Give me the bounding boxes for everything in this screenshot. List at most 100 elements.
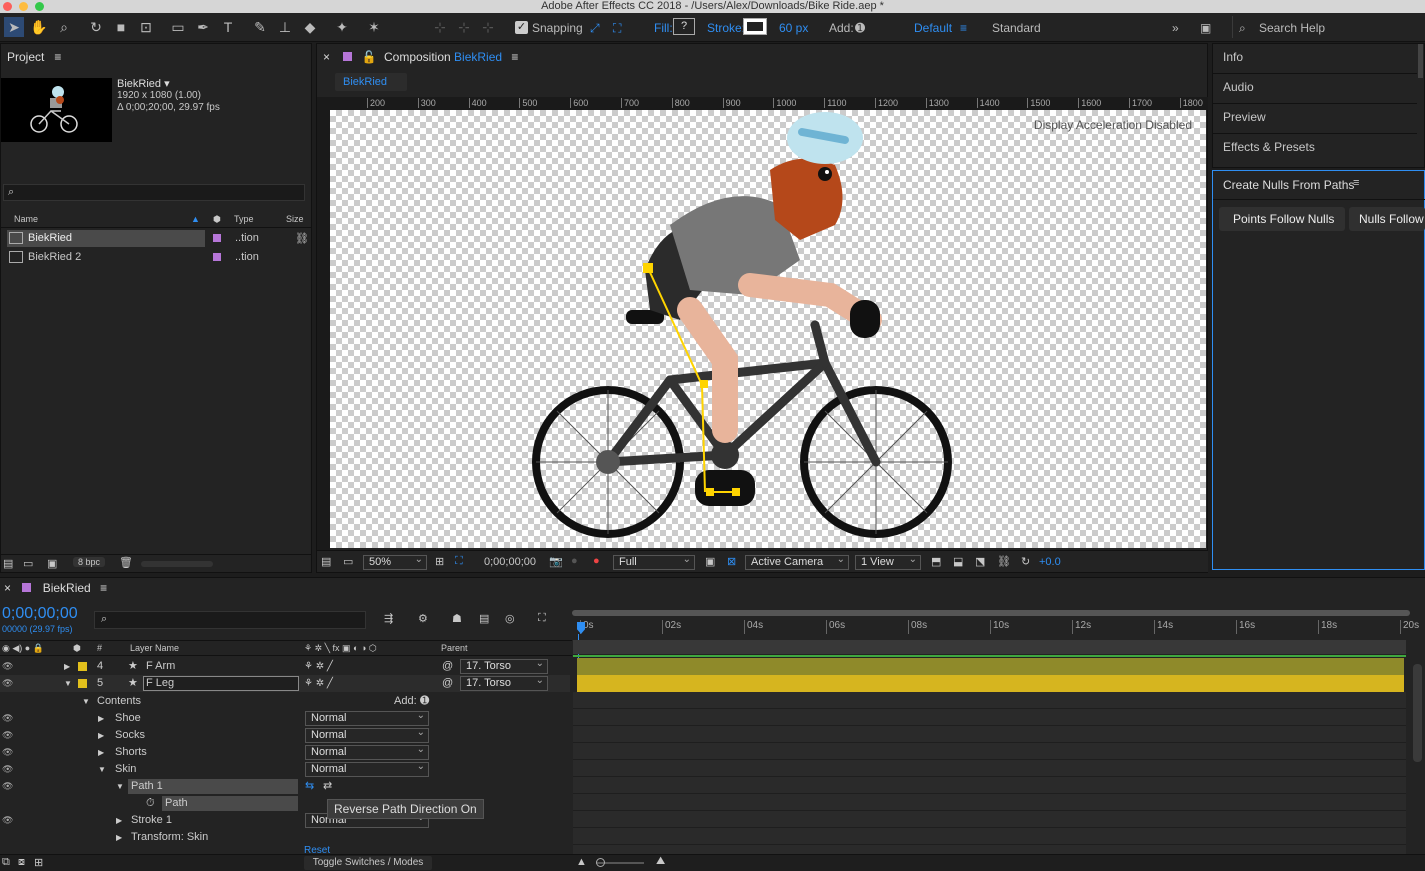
- eye-icon[interactable]: 👁: [2, 727, 13, 744]
- path-group-name[interactable]: Path 1: [128, 779, 298, 794]
- time-ruler[interactable]: 0s 02s 04s 06s 08s 10s 12s 14s 16s 18s 20s: [572, 608, 1419, 640]
- eye-icon[interactable]: 👁: [2, 658, 13, 675]
- parent-dropdown[interactable]: 17. Torso: [460, 657, 548, 674]
- comp-mini-flowchart-icon[interactable]: ⇶: [384, 612, 393, 625]
- group-name[interactable]: Socks: [115, 727, 145, 744]
- preview-panel-tab[interactable]: Preview: [1223, 110, 1266, 124]
- zoom-out-icon[interactable]: ▲: [576, 856, 587, 868]
- reverse-path-direction-icon[interactable]: ⇄: [323, 778, 332, 795]
- panel-menu-icon[interactable]: ≡: [54, 50, 61, 64]
- fill-swatch[interactable]: ?: [673, 18, 695, 35]
- collapse-arrow-icon[interactable]: ▼: [64, 675, 72, 692]
- camera-dropdown[interactable]: Active Camera: [745, 553, 849, 570]
- col-parent[interactable]: Parent: [441, 641, 468, 655]
- layer-row[interactable]: 👁 ▼ 5 ★ F Leg ⚘ ✲ ╱ @ 17. Torso: [0, 674, 570, 692]
- layer-switches-icon[interactable]: ⧉: [2, 856, 10, 869]
- project-item-name[interactable]: BiekRied 2: [28, 251, 81, 263]
- clone-stamp-tool-icon[interactable]: ⊥: [275, 17, 295, 37]
- group-row[interactable]: 👁 ▶ Shorts Normal: [0, 743, 570, 761]
- group-row[interactable]: 👁 ▶ Shoe Normal: [0, 709, 570, 727]
- workspace-menu-icon[interactable]: ≡: [960, 21, 967, 35]
- add-button-icon[interactable]: ➊: [420, 693, 429, 710]
- col-type[interactable]: Type: [234, 211, 254, 228]
- brush-tool-icon[interactable]: ✎: [250, 17, 270, 37]
- reset-exposure-icon[interactable]: ↻: [1021, 555, 1030, 568]
- roto-brush-tool-icon[interactable]: ✦: [332, 17, 352, 37]
- nulls-follow-paths-button[interactable]: Nulls Follow Paths: [1349, 207, 1425, 231]
- rectangle-tool-icon[interactable]: ▭: [168, 17, 188, 37]
- close-icon[interactable]: ×: [323, 50, 330, 64]
- draft-3d-icon[interactable]: ⚙: [418, 612, 428, 625]
- eye-icon[interactable]: 👁: [2, 812, 13, 829]
- fill-label[interactable]: Fill:: [654, 21, 673, 35]
- current-time[interactable]: 0;00;00;00: [2, 605, 78, 623]
- av-features-icon[interactable]: ◉ ◀) ● 🔒: [2, 641, 44, 655]
- sync-settings-icon[interactable]: ▣: [1200, 21, 1211, 35]
- timeline-icon[interactable]: ⬔: [975, 555, 985, 568]
- new-composition-icon[interactable]: ▣: [47, 557, 57, 570]
- expand-arrow-icon[interactable]: ▶: [116, 829, 122, 846]
- search-help-box[interactable]: ⌕ Search Help: [1232, 16, 1422, 38]
- parent-dropdown[interactable]: 17. Torso: [460, 674, 548, 691]
- add-button-icon[interactable]: ➊: [855, 21, 865, 35]
- snap-edges-icon[interactable]: ⤢: [590, 21, 600, 36]
- new-folder-icon[interactable]: ▭: [23, 557, 33, 570]
- group-row[interactable]: 👁 ▶ Socks Normal: [0, 726, 570, 744]
- bit-depth-button[interactable]: 8 bpc: [73, 557, 106, 567]
- zoom-slider-handle[interactable]: [596, 858, 605, 867]
- zoom-window-button[interactable]: [35, 2, 44, 11]
- expand-arrow-icon[interactable]: ▶: [98, 727, 104, 744]
- resolution-dropdown[interactable]: Full: [613, 553, 695, 570]
- path-group-row[interactable]: 👁 ▼ Path 1 ⇆ ⇄: [0, 778, 570, 795]
- points-follow-nulls-button[interactable]: Points Follow Nulls: [1219, 207, 1345, 231]
- zoom-in-icon[interactable]: ⛰: [656, 855, 665, 868]
- blend-mode-dropdown[interactable]: Normal: [305, 760, 429, 777]
- flowchart-icon[interactable]: ⛓: [295, 232, 309, 245]
- views-dropdown[interactable]: 1 View: [855, 553, 921, 570]
- pen-tool-icon[interactable]: ✒: [193, 17, 213, 37]
- blend-mode-dropdown[interactable]: Normal: [305, 709, 429, 726]
- rotate-tool-icon[interactable]: ↻: [86, 17, 106, 37]
- region-of-interest-icon[interactable]: ▣: [705, 555, 715, 568]
- scrollbar[interactable]: [1418, 44, 1423, 78]
- minimize-window-button[interactable]: [19, 2, 28, 11]
- collapse-arrow-icon[interactable]: ▼: [82, 693, 90, 710]
- eye-icon[interactable]: 👁: [2, 761, 13, 778]
- comp-nav-tab[interactable]: BiekRied: [335, 73, 407, 91]
- timeline-search-input[interactable]: ⌕: [94, 611, 366, 629]
- comp-panel-name[interactable]: BiekRied: [454, 50, 502, 64]
- thumbnail-scrollbar[interactable]: [141, 561, 213, 567]
- group-name[interactable]: Shorts: [115, 744, 147, 761]
- layer-switches[interactable]: ⚘ ✲ ╱: [304, 675, 333, 692]
- search-help-input[interactable]: Search Help: [1259, 21, 1325, 35]
- transparency-grid-icon[interactable]: ⊠: [727, 555, 736, 568]
- path-property-name[interactable]: Path: [162, 796, 298, 811]
- group-row[interactable]: 👁 ▼ Skin Normal: [0, 760, 570, 778]
- col-size[interactable]: Size: [286, 211, 304, 228]
- stroke-label[interactable]: Stroke:: [707, 21, 745, 35]
- reset-link[interactable]: Reset: [304, 846, 330, 854]
- in-out-icon[interactable]: ⊞: [34, 856, 43, 869]
- layer-switches[interactable]: ⚘ ✲ ╱: [304, 658, 333, 675]
- always-preview-icon[interactable]: ▤: [321, 555, 331, 568]
- comp-viewer[interactable]: Display Acceleration Disabled: [330, 110, 1206, 548]
- grid-guides-icon[interactable]: ⊞: [435, 555, 444, 568]
- stroke-row[interactable]: 👁 ▶ Stroke 1 Normal: [0, 811, 570, 829]
- property-track-area[interactable]: [573, 692, 1406, 854]
- puppet-tool-icon[interactable]: ✶: [364, 17, 384, 37]
- audio-panel-tab[interactable]: Audio: [1223, 80, 1254, 94]
- workspace-default[interactable]: Default: [914, 21, 952, 35]
- type-tool-icon[interactable]: T: [218, 17, 238, 37]
- project-search-input[interactable]: ⌕: [3, 184, 305, 201]
- panel-menu-icon[interactable]: ≡: [100, 581, 107, 595]
- path-property-row[interactable]: ⏱ Path: [0, 795, 570, 812]
- channel-icon[interactable]: ●: [593, 555, 600, 567]
- pan-behind-tool-icon[interactable]: ⊡: [136, 17, 156, 37]
- exposure-value[interactable]: +0.0: [1039, 556, 1061, 568]
- close-icon[interactable]: ×: [4, 581, 11, 595]
- create-nulls-title[interactable]: Create Nulls From Paths: [1223, 178, 1354, 192]
- collapse-arrow-icon[interactable]: ▼: [98, 761, 106, 778]
- work-area-bar[interactable]: [572, 610, 1410, 616]
- zoom-dropdown[interactable]: 50%: [363, 553, 427, 570]
- mask-visibility-icon[interactable]: ⛶: [455, 555, 463, 568]
